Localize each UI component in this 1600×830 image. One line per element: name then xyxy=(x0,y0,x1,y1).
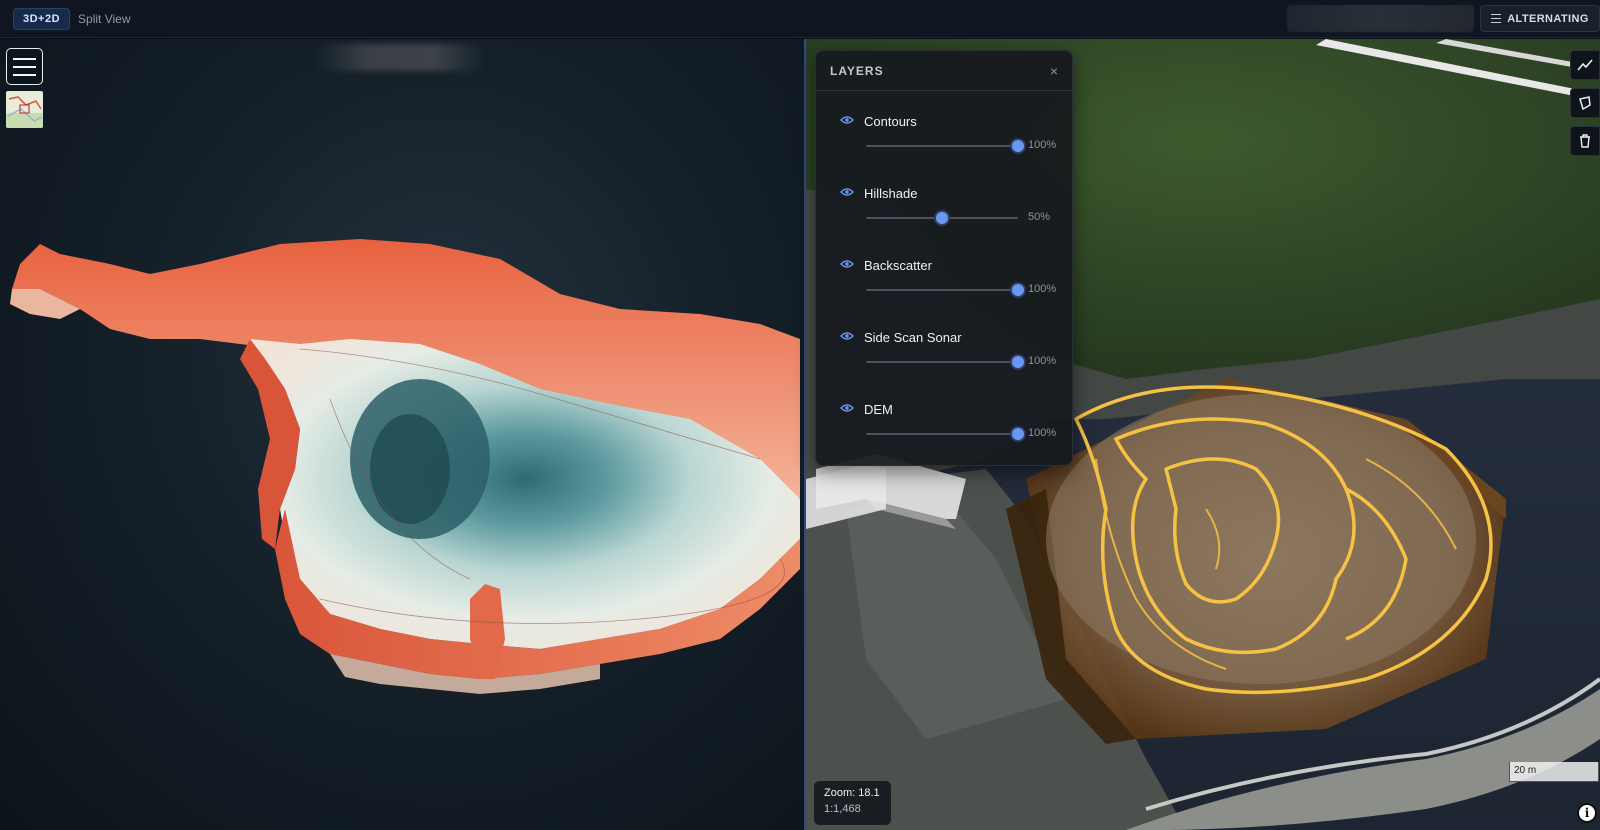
layer-item-hillshade: Hillshade 50% xyxy=(816,173,1074,245)
opacity-slider[interactable] xyxy=(866,426,1026,442)
zoom-level: Zoom: 18.1 xyxy=(824,787,880,799)
layers-panel-title: LAYERS xyxy=(830,63,884,78)
alternating-label: ALTERNATING xyxy=(1507,12,1589,25)
map-scale-ratio: 1:1,468 xyxy=(824,803,861,815)
info-icon[interactable]: i xyxy=(1577,803,1597,823)
layer-item-side-scan-sonar: Side Scan Sonar 100% xyxy=(816,317,1074,389)
opacity-slider[interactable] xyxy=(866,282,1026,298)
alternating-button[interactable]: ALTERNATING xyxy=(1480,5,1600,32)
layer-name: Backscatter xyxy=(864,258,932,273)
slider-thumb[interactable] xyxy=(1010,426,1026,442)
opacity-value: 100% xyxy=(1028,139,1057,151)
opacity-value: 50% xyxy=(1028,211,1051,223)
layer-name: DEM xyxy=(864,402,893,417)
delete-button[interactable] xyxy=(1570,126,1600,156)
list-icon xyxy=(1491,14,1502,23)
minimap-thumbnail[interactable] xyxy=(6,91,43,128)
3d-terrain-model[interactable] xyxy=(0,39,804,830)
view-mode-label: Split View xyxy=(78,11,131,26)
slider-thumb[interactable] xyxy=(1010,354,1026,370)
opacity-value: 100% xyxy=(1028,283,1057,295)
scale-bar: 20 m xyxy=(1509,762,1599,782)
scale-bar-label: 20 m xyxy=(1514,765,1537,776)
layer-name: Hillshade xyxy=(864,186,918,201)
slider-thumb[interactable] xyxy=(1010,282,1026,298)
eye-icon[interactable] xyxy=(840,187,854,197)
slider-thumb[interactable] xyxy=(934,210,950,226)
eye-icon[interactable] xyxy=(840,331,854,341)
3d-view-pane[interactable] xyxy=(0,39,804,830)
opacity-slider[interactable] xyxy=(866,210,1018,226)
eye-icon[interactable] xyxy=(840,259,854,269)
zoom-readout: Zoom: 18.1 1:1,468 xyxy=(814,781,891,825)
layers-panel: LAYERS × Contours 100% Hillshade 50% Bac… xyxy=(815,50,1073,466)
draw-polygon-button[interactable] xyxy=(1570,88,1600,118)
measure-line-icon xyxy=(1577,59,1593,71)
opacity-slider[interactable] xyxy=(866,354,1026,370)
layer-name: Contours xyxy=(864,114,917,129)
opacity-value: 100% xyxy=(1028,355,1057,367)
layer-name: Side Scan Sonar xyxy=(864,330,962,345)
measure-line-button[interactable] xyxy=(1570,50,1600,80)
opacity-slider[interactable] xyxy=(866,138,1026,154)
layers-panel-header: LAYERS × xyxy=(816,51,1072,91)
eye-icon[interactable] xyxy=(840,115,854,125)
trash-icon xyxy=(1580,134,1590,148)
layer-item-contours: Contours 100% xyxy=(816,101,1074,173)
info-glyph: i xyxy=(1584,806,1590,820)
eye-icon[interactable] xyxy=(840,403,854,413)
view-mode-badge[interactable]: 3D+2D xyxy=(13,7,71,30)
layer-item-backscatter: Backscatter 100% xyxy=(816,245,1074,317)
draw-polygon-icon xyxy=(1579,96,1591,110)
app-root: 3D+2D Split View ALTERNATING LAYERS × Co… xyxy=(0,0,1600,830)
redacted-title xyxy=(316,44,485,71)
close-icon[interactable]: × xyxy=(1050,64,1058,78)
hamburger-icon[interactable] xyxy=(6,48,43,85)
redacted-search-field[interactable] xyxy=(1287,5,1474,32)
slider-thumb[interactable] xyxy=(1010,138,1026,154)
opacity-value: 100% xyxy=(1028,427,1057,439)
layer-item-dem: DEM 100% xyxy=(816,389,1074,461)
